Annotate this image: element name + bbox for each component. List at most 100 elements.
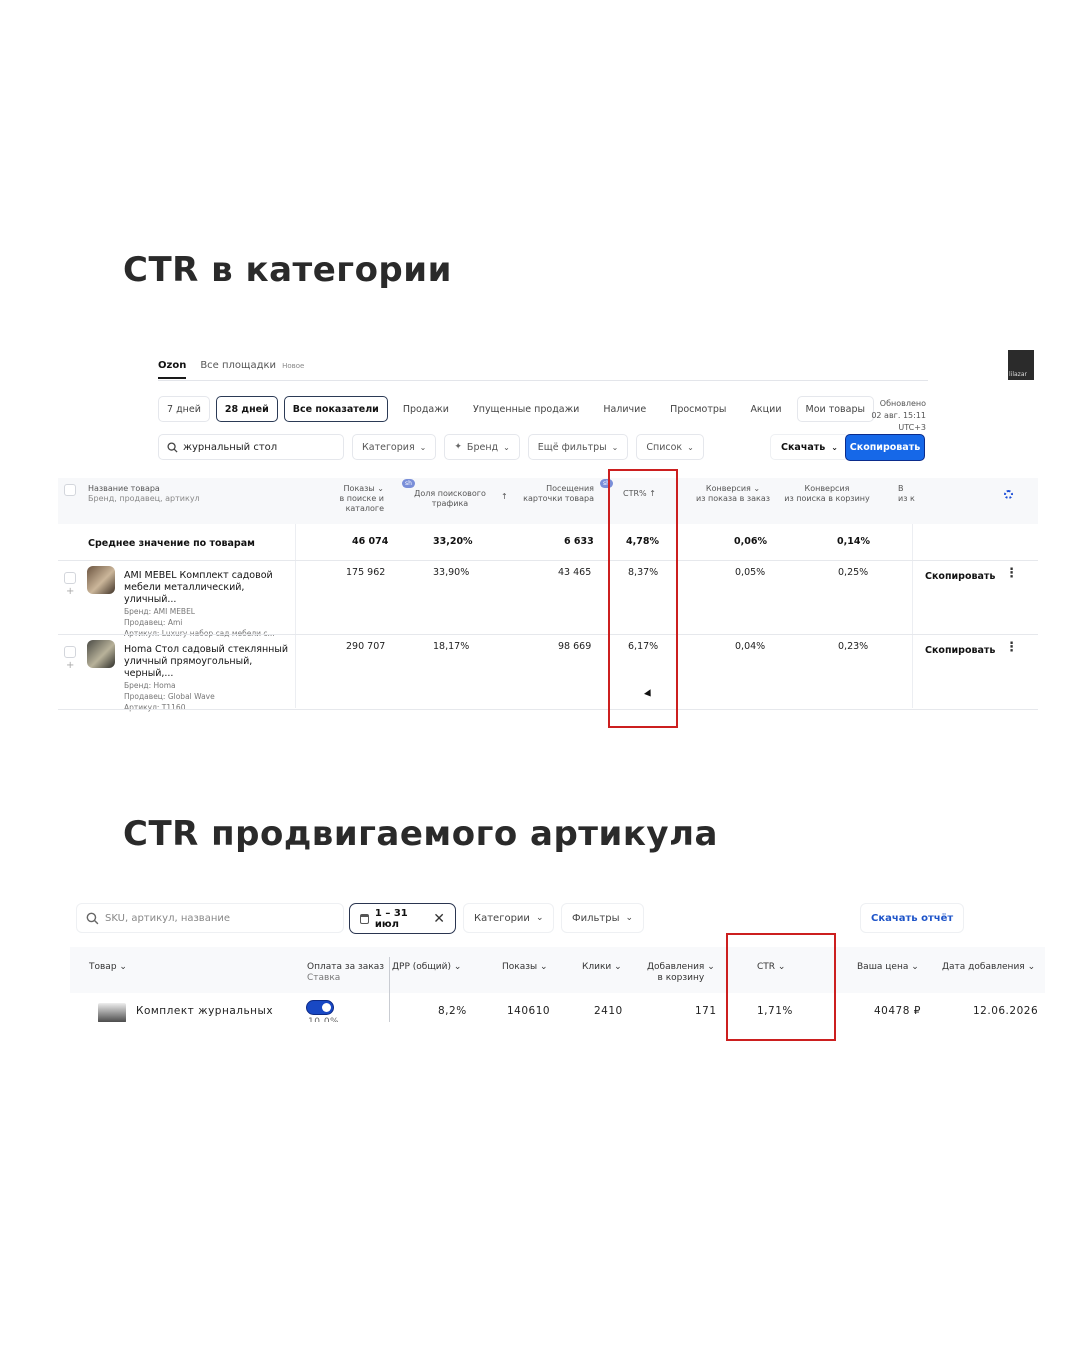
col-product-title: Товар bbox=[89, 962, 117, 972]
row2-share: 18,17% bbox=[433, 641, 470, 652]
view-all-metrics[interactable]: Все показатели bbox=[283, 396, 388, 422]
analytics-screenshot: Ozon Все площадки Новое 7 дней 28 дней В… bbox=[58, 348, 1038, 728]
product-thumbnail bbox=[98, 1003, 126, 1023]
chevron-down-icon: ⌄ bbox=[119, 962, 127, 972]
view-views[interactable]: Просмотры bbox=[661, 396, 736, 422]
period-and-view-chips: 7 дней 28 дней Все показатели Продажи Уп… bbox=[158, 396, 875, 422]
search-icon bbox=[167, 441, 178, 453]
date-range-value: 1 – 31 июл bbox=[374, 907, 408, 930]
chevron-down-icon: ⌄ bbox=[453, 962, 462, 972]
col-drr[interactable]: ДРР (общий) ⌄ bbox=[392, 962, 461, 973]
category-filter-label: Категория bbox=[362, 441, 415, 453]
col-shows[interactable]: Показы ⌄ bbox=[502, 962, 548, 973]
divider bbox=[58, 634, 1038, 635]
row1-conv-order: 0,05% bbox=[735, 567, 766, 578]
period-28-days[interactable]: 28 дней bbox=[215, 396, 278, 422]
view-stock[interactable]: Наличие bbox=[594, 396, 656, 422]
download-report-button[interactable]: Скачать отчёт bbox=[860, 903, 965, 933]
close-icon[interactable]: ✕ bbox=[433, 911, 445, 927]
row2-visits: 98 669 bbox=[558, 641, 592, 652]
view-sales[interactable]: Продажи bbox=[393, 396, 458, 422]
col-date-title: Дата добавления bbox=[942, 962, 1025, 972]
copy-button[interactable]: Скопировать bbox=[845, 434, 925, 461]
col-search-share[interactable]: Доля поискового трафика bbox=[410, 489, 490, 509]
chevron-down-icon: ⌄ bbox=[611, 442, 619, 452]
updated-info: Обновлено 02 авг. 15:11 UTC+3 bbox=[848, 398, 926, 434]
chevron-down-icon: ⌄ bbox=[535, 913, 544, 923]
categories-label: Категории bbox=[474, 912, 530, 924]
category-filter[interactable]: Категория ⌄ bbox=[352, 434, 437, 460]
divider bbox=[295, 524, 296, 708]
col-cart[interactable]: Добавления ⌄ в корзину bbox=[647, 962, 715, 984]
period-7-days[interactable]: 7 дней bbox=[158, 396, 210, 422]
col-conv-order[interactable]: Конверсия ⌄ из показа в заказ bbox=[688, 484, 778, 504]
list-filter[interactable]: Список ⌄ bbox=[636, 434, 704, 460]
tab-all-marketplaces[interactable]: Все площадки bbox=[200, 360, 276, 371]
section-heading-category: CTR в категории bbox=[123, 250, 452, 290]
divider bbox=[389, 957, 390, 1022]
row-shows: 140610 bbox=[507, 1005, 551, 1017]
product-brand: Бренд: AMI MEBEL bbox=[124, 607, 195, 616]
more-filters[interactable]: Ещё фильтры ⌄ bbox=[527, 434, 629, 460]
expand-plus-icon[interactable]: + bbox=[66, 586, 74, 597]
date-range-chip[interactable]: 1 – 31 июл ✕ bbox=[349, 903, 456, 934]
product-brand: Бренд: Homa bbox=[124, 681, 176, 690]
col-visits[interactable]: Посещения карточки товара bbox=[520, 484, 594, 504]
view-lost-sales[interactable]: Упущенные продажи bbox=[463, 396, 589, 422]
filters-dropdown[interactable]: Фильтры ⌄ bbox=[561, 903, 645, 933]
col-product[interactable]: Товар ⌄ bbox=[89, 962, 127, 973]
kebab-menu-icon[interactable]: ⋮ bbox=[1005, 566, 1018, 581]
col-truncated: В из к bbox=[898, 484, 915, 504]
col-date[interactable]: Дата добавления ⌄ bbox=[942, 962, 1035, 973]
chevron-down-icon: ⌄ bbox=[687, 442, 694, 452]
average-shows: 46 074 bbox=[352, 536, 389, 547]
row-clicks: 2410 bbox=[594, 1005, 623, 1017]
view-promos[interactable]: Акции bbox=[741, 396, 791, 422]
sku-search-input[interactable]: SKU, артикул, название bbox=[76, 903, 344, 933]
pay-per-order-toggle[interactable] bbox=[306, 1000, 334, 1015]
average-visits: 6 633 bbox=[564, 536, 594, 547]
table-row[interactable]: AMI MEBEL Комплект садовой мебели металл… bbox=[124, 570, 294, 639]
new-badge: Новое bbox=[282, 362, 305, 370]
brand-filter-label: Бренд bbox=[466, 441, 499, 453]
chevron-down-icon: ⌄ bbox=[1027, 962, 1036, 972]
average-share: 33,20% bbox=[433, 536, 473, 547]
product-thumbnail bbox=[87, 566, 115, 594]
row-product[interactable]: Комплект журнальных bbox=[136, 1005, 273, 1017]
col-clicks[interactable]: Клики ⌄ bbox=[582, 962, 622, 973]
chevron-down-icon: ⌄ bbox=[831, 442, 838, 452]
average-conv-order: 0,06% bbox=[734, 536, 767, 547]
col-shows[interactable]: Показы ⌄ в поиске и каталоге bbox=[302, 484, 384, 514]
brand-filter[interactable]: ✦ Бренд ⌄ bbox=[444, 434, 520, 460]
col-conv-cart[interactable]: Конверсия из поиска в корзину bbox=[782, 484, 872, 504]
col-share-title: Доля поискового bbox=[414, 489, 486, 498]
sort-up-icon[interactable]: ↑ bbox=[501, 492, 508, 502]
product-seller: Продавец: Global Wave bbox=[124, 692, 215, 701]
expand-plus-icon[interactable]: + bbox=[66, 660, 74, 671]
more-filters-label: Ещё фильтры bbox=[537, 441, 607, 453]
products-table: Название товара Бренд, продавец, артикул… bbox=[58, 474, 1038, 716]
categories-filter[interactable]: Категории ⌄ bbox=[463, 903, 555, 933]
row-date: 12.06.2026 bbox=[973, 1005, 1039, 1017]
select-all-checkbox[interactable] bbox=[64, 484, 76, 496]
table-row[interactable]: Homa Стол садовый стеклянный уличный пря… bbox=[124, 644, 294, 713]
product-article: Артикул: T1160 bbox=[124, 703, 186, 712]
tab-ozon[interactable]: Ozon bbox=[158, 360, 187, 379]
promotion-screenshot: SKU, артикул, название 1 – 31 июл ✕ Кате… bbox=[70, 895, 1045, 1042]
download-button[interactable]: Скачать ⌄ bbox=[770, 434, 849, 460]
row2-copy-button[interactable]: Скопировать bbox=[925, 645, 995, 656]
col-price[interactable]: Ваша цена ⌄ bbox=[857, 962, 919, 973]
col-pay: Оплата за заказ Ставка bbox=[307, 962, 384, 984]
col-trunc-title: В bbox=[898, 484, 904, 493]
col-trunc-sub: из к bbox=[898, 494, 915, 503]
gear-icon[interactable] bbox=[1004, 490, 1013, 499]
col-pay-title: Оплата за заказ bbox=[307, 962, 385, 972]
search-icon bbox=[86, 912, 99, 924]
row1-copy-button[interactable]: Скопировать bbox=[925, 571, 995, 582]
kebab-menu-icon[interactable]: ⋮ bbox=[1005, 640, 1018, 655]
row2-shows: 290 707 bbox=[346, 641, 386, 652]
row-checkbox[interactable] bbox=[64, 572, 76, 584]
row-checkbox[interactable] bbox=[64, 646, 76, 658]
chevron-down-icon: ⌄ bbox=[625, 913, 634, 923]
search-input[interactable]: журнальный стол bbox=[158, 434, 344, 460]
